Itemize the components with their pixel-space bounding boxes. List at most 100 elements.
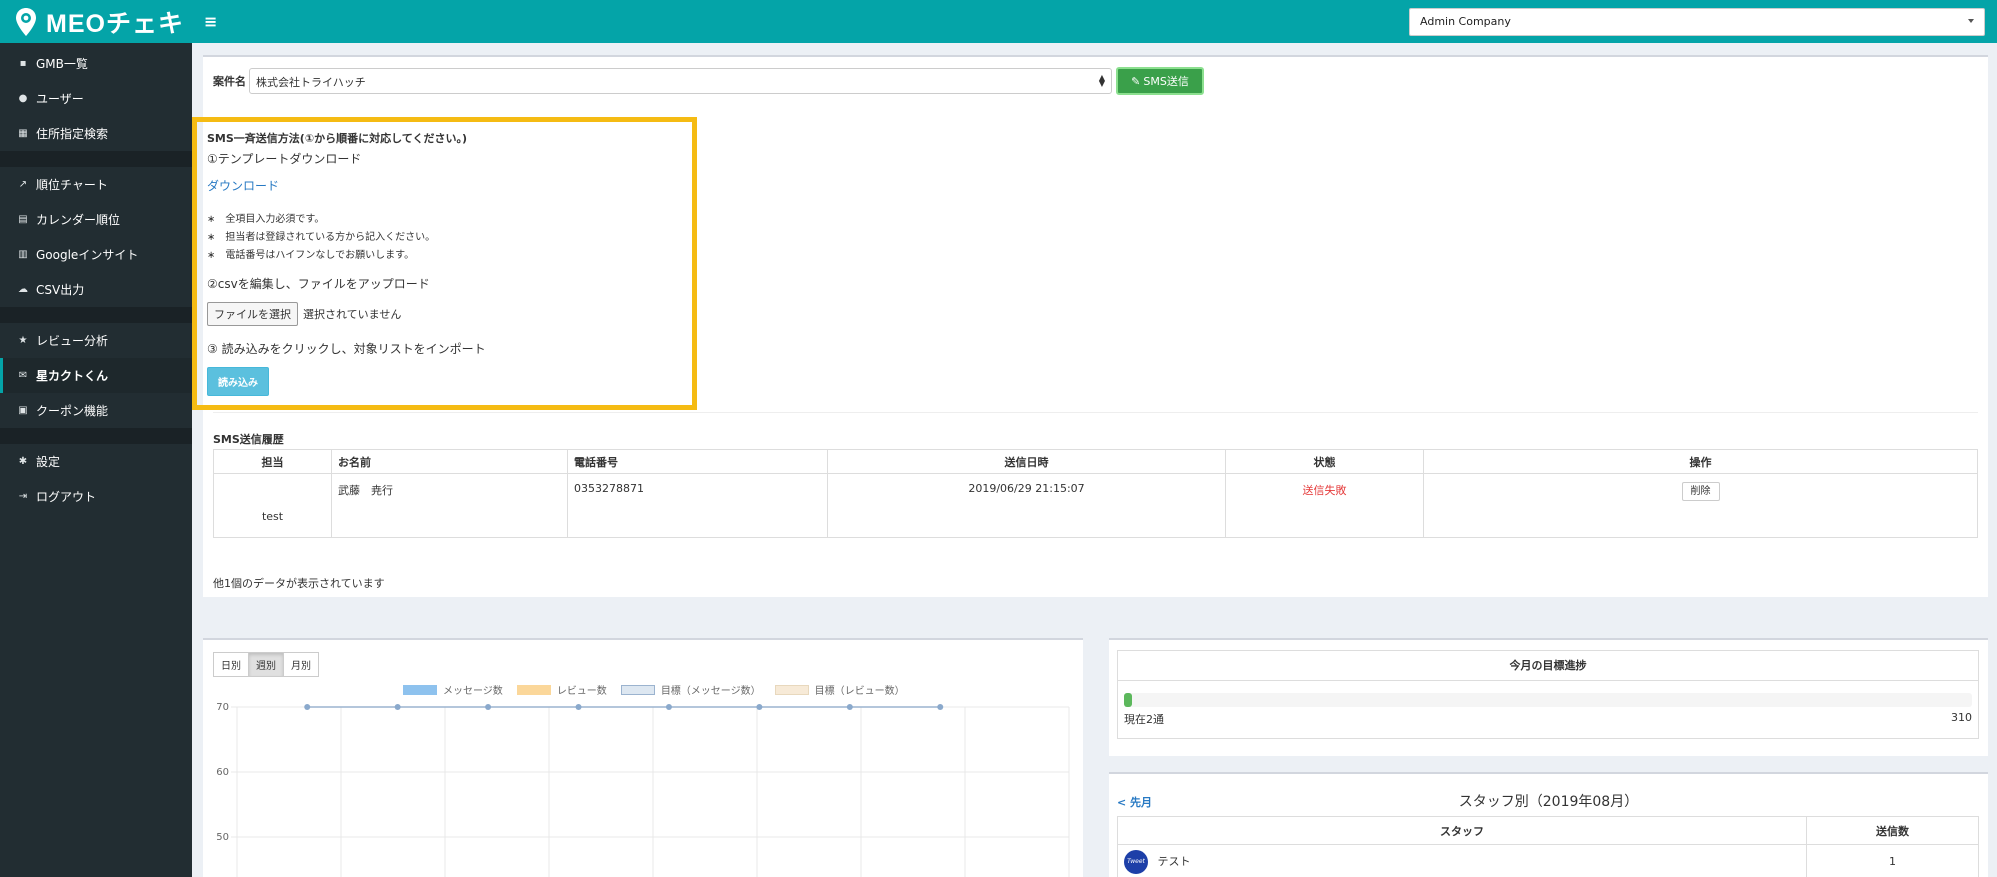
template-download-link[interactable]: ダウンロード	[207, 177, 682, 194]
avatar: Tweet	[1124, 849, 1148, 874]
goal-progress-box: 今月の目標進捗 現在2通 310	[1117, 650, 1979, 739]
tab-monthly[interactable]: 月別	[283, 652, 319, 677]
sidebar-item-label: ユーザー	[36, 92, 84, 106]
calendar-icon: ▤	[18, 214, 28, 225]
list-item: 全項目入力必須です。	[207, 210, 682, 225]
file-upload-row: ファイルを選択 選択されていません	[207, 302, 682, 326]
sidebar-item[interactable]: ▣ クーポン機能	[0, 393, 192, 428]
sidebar-separator	[0, 428, 192, 444]
progress-bar	[1124, 693, 1972, 707]
select-arrows-icon: ▲ ▼	[1098, 73, 1105, 88]
company-select-value: Admin Company	[1420, 15, 1511, 28]
data-point	[937, 704, 944, 710]
data-point	[846, 704, 853, 710]
staff-header-row: スタッフ 送信数	[1117, 816, 1979, 845]
sidebar-item[interactable]: ● ユーザー	[0, 81, 192, 116]
company-select[interactable]: Admin Company	[1409, 8, 1985, 36]
sidebar-separator	[0, 151, 192, 167]
chevron-down-icon	[1968, 19, 1974, 23]
table-row: test 武藤 尭行 0353278871 2019/06/29 21:15:0…	[213, 473, 1978, 538]
sidebar: ▪ GMB一覧 ● ユーザー ▦ 住所指定検索 ↗ 順位チャート ▤ カレンダー順位 ▥ Google…	[0, 43, 192, 877]
col-send-count: 送信数	[1806, 816, 1979, 845]
menu-toggle-icon[interactable]: ≡	[204, 12, 217, 31]
sidebar-item[interactable]: ★ レビュー分析	[0, 323, 192, 358]
staff-panel: < 先月 スタッフ別（2019年08月） スタッフ 送信数 Tweet テスト …	[1109, 772, 1988, 877]
sidebar-item[interactable]: ▥ Googleインサイト	[0, 237, 192, 272]
sidebar-item-label: クーポン機能	[36, 404, 109, 418]
row-staff: test	[213, 473, 332, 538]
history-table: 担当 お名前 電話番号 送信日時 状態 操作 test 武藤 尭行 035327…	[213, 449, 1978, 538]
goal-progress-panel: 今月の目標進捗 現在2通 310	[1109, 638, 1988, 756]
sidebar-item[interactable]: ☁ CSV出力	[0, 272, 192, 307]
record-count-text: 他1個のデータが表示されています	[213, 577, 385, 590]
progress-fill	[1124, 693, 1132, 707]
sidebar-item[interactable]: ⇥ ログアウト	[0, 479, 192, 514]
choose-file-button[interactable]: ファイルを選択	[207, 302, 298, 326]
sidebar-item[interactable]: ▤ カレンダー順位	[0, 202, 192, 237]
import-button[interactable]: 読み込み	[207, 367, 269, 396]
howto-step-3: ③ 読み込みをクリックし、対象リストをインポート	[207, 342, 486, 356]
howto-step-2: ②csvを編集し、ファイルをアップロード	[207, 277, 430, 291]
logo-text: MEOチェキ	[46, 9, 184, 38]
tab-weekly[interactable]: 週別	[248, 652, 284, 677]
sms-send-label: SMS送信	[1143, 75, 1189, 88]
edit-icon: ✎	[1131, 74, 1141, 88]
col-status: 状態	[1225, 449, 1424, 474]
col-action: 操作	[1423, 449, 1978, 474]
howto-notes: 全項目入力必須です。 担当者は登録されている方から記入ください。 電話番号はハイ…	[207, 210, 682, 261]
progress-title: 今月の目標進捗	[1118, 651, 1978, 681]
progress-current: 現在2通	[1124, 713, 1164, 726]
sidebar-item-label: レビュー分析	[36, 334, 109, 348]
y-tick-label: 70	[216, 702, 229, 713]
chart-panel: 日別 週別 月別 メッセージ数 レビュー数 目標（メッセージ数） 目標（レビュー数） …	[203, 638, 1083, 877]
sms-howto-box: SMS一斉送信方法(①から順番に対応してください。) ①テンプレートダウンロード…	[192, 117, 697, 410]
tab-daily[interactable]: 日別	[213, 652, 249, 677]
delete-button[interactable]: 削除	[1681, 482, 1720, 501]
sidebar-item-label: GMB一覧	[36, 57, 88, 71]
sidebar-separator	[0, 307, 192, 323]
sms-send-button[interactable]: ✎ SMS送信	[1116, 67, 1204, 95]
howto-title: SMS一斉送信方法(①から順番に対応してください。)	[207, 132, 467, 145]
case-row: 案件名 株式会社トライハッチ ▲ ▼ ✎ SMS送信	[213, 67, 1204, 95]
y-tick-label: 50	[216, 832, 229, 843]
sidebar-item[interactable]: ✱ 設定	[0, 444, 192, 479]
star-icon: ★	[18, 335, 28, 346]
file-status-text: 選択されていません	[303, 308, 402, 321]
case-select-value: 株式会社トライハッチ	[256, 76, 366, 89]
case-select[interactable]: 株式会社トライハッチ ▲ ▼	[249, 68, 1112, 94]
row-action: 削除	[1423, 473, 1978, 538]
top-bar: ≡ Admin Company	[192, 0, 1997, 43]
sidebar-item[interactable]: ▪ GMB一覧	[0, 46, 192, 81]
row-sent-at: 2019/06/29 21:15:07	[827, 473, 1226, 538]
history-title: SMS送信履歴	[213, 433, 284, 446]
cloud-download-icon: ☁	[18, 284, 28, 295]
data-point	[304, 704, 311, 710]
howto-step-1: ①テンプレートダウンロード	[207, 152, 362, 166]
sidebar-item[interactable]: ↗ 順位チャート	[0, 167, 192, 202]
period-tabs: 日別 週別 月別	[213, 652, 319, 677]
sidebar-item-label: CSV出力	[36, 283, 85, 297]
row-phone: 0353278871	[567, 473, 828, 538]
sidebar-item[interactable]: ✉ 星カクトくん	[0, 358, 192, 393]
data-point	[394, 704, 401, 710]
gift-icon: ▣	[18, 405, 28, 416]
sidebar-item-label: Googleインサイト	[36, 248, 139, 262]
data-point	[665, 704, 672, 710]
line-chart-icon: ↗	[18, 179, 28, 190]
row-name: 武藤 尭行	[331, 473, 568, 538]
status-badge: 送信失敗	[1225, 473, 1424, 538]
data-point	[485, 704, 492, 710]
map-icon: ▦	[18, 128, 28, 139]
case-label: 案件名	[213, 75, 246, 88]
col-staff-name: スタッフ	[1117, 816, 1807, 845]
app-logo[interactable]: MEOチェキ	[0, 0, 192, 43]
table-row: Tweet テスト 1	[1117, 844, 1979, 877]
sidebar-item[interactable]: ▦ 住所指定検索	[0, 116, 192, 151]
sidebar-item-label: カレンダー順位	[36, 213, 121, 227]
staff-table: スタッフ 送信数 Tweet テスト 1	[1117, 816, 1979, 877]
bar-chart-icon: ▥	[18, 249, 28, 260]
sidebar-item-label: 星カクトくん	[36, 369, 109, 383]
list-item: 電話番号はハイフンなしでお願いします。	[207, 246, 682, 261]
briefcase-icon: ▪	[19, 58, 27, 69]
col-name: お名前	[331, 449, 568, 474]
